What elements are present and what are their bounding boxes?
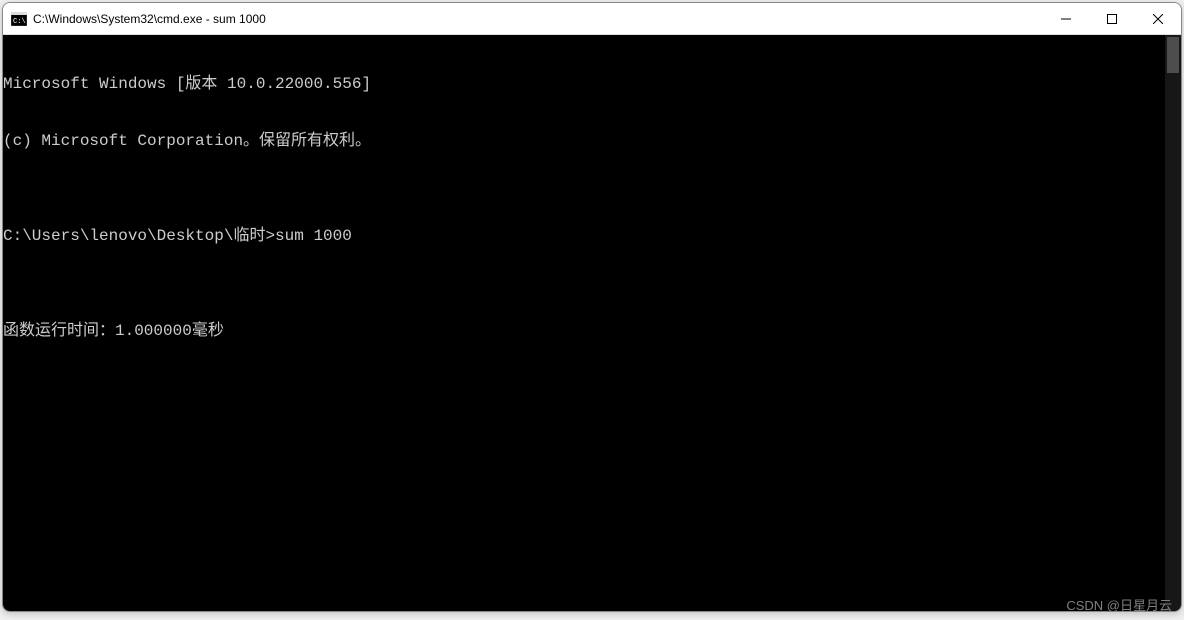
maximize-button[interactable] — [1089, 3, 1135, 34]
close-button[interactable] — [1135, 3, 1181, 34]
window-title: C:\Windows\System32\cmd.exe - sum 1000 — [33, 12, 1043, 26]
terminal-line: 函数运行时间：1.000000毫秒 — [3, 322, 1165, 341]
titlebar[interactable]: C:\ C:\Windows\System32\cmd.exe - sum 10… — [3, 3, 1181, 35]
terminal-line: Microsoft Windows [版本 10.0.22000.556] — [3, 75, 1165, 94]
cmd-icon: C:\ — [11, 11, 27, 27]
terminal-area: Microsoft Windows [版本 10.0.22000.556] (c… — [3, 35, 1181, 611]
vertical-scrollbar[interactable] — [1165, 35, 1181, 611]
minimize-button[interactable] — [1043, 3, 1089, 34]
terminal-line: C:\Users\lenovo\Desktop\临时>sum 1000 — [3, 227, 1165, 246]
watermark-text: CSDN @日星月云 — [1066, 595, 1172, 614]
cmd-window: C:\ C:\Windows\System32\cmd.exe - sum 10… — [2, 2, 1182, 612]
terminal-line: (c) Microsoft Corporation。保留所有权利。 — [3, 132, 1165, 151]
window-controls — [1043, 3, 1181, 34]
svg-text:C:\: C:\ — [13, 18, 26, 26]
terminal-output[interactable]: Microsoft Windows [版本 10.0.22000.556] (c… — [3, 35, 1165, 611]
scrollbar-thumb[interactable] — [1167, 37, 1179, 73]
